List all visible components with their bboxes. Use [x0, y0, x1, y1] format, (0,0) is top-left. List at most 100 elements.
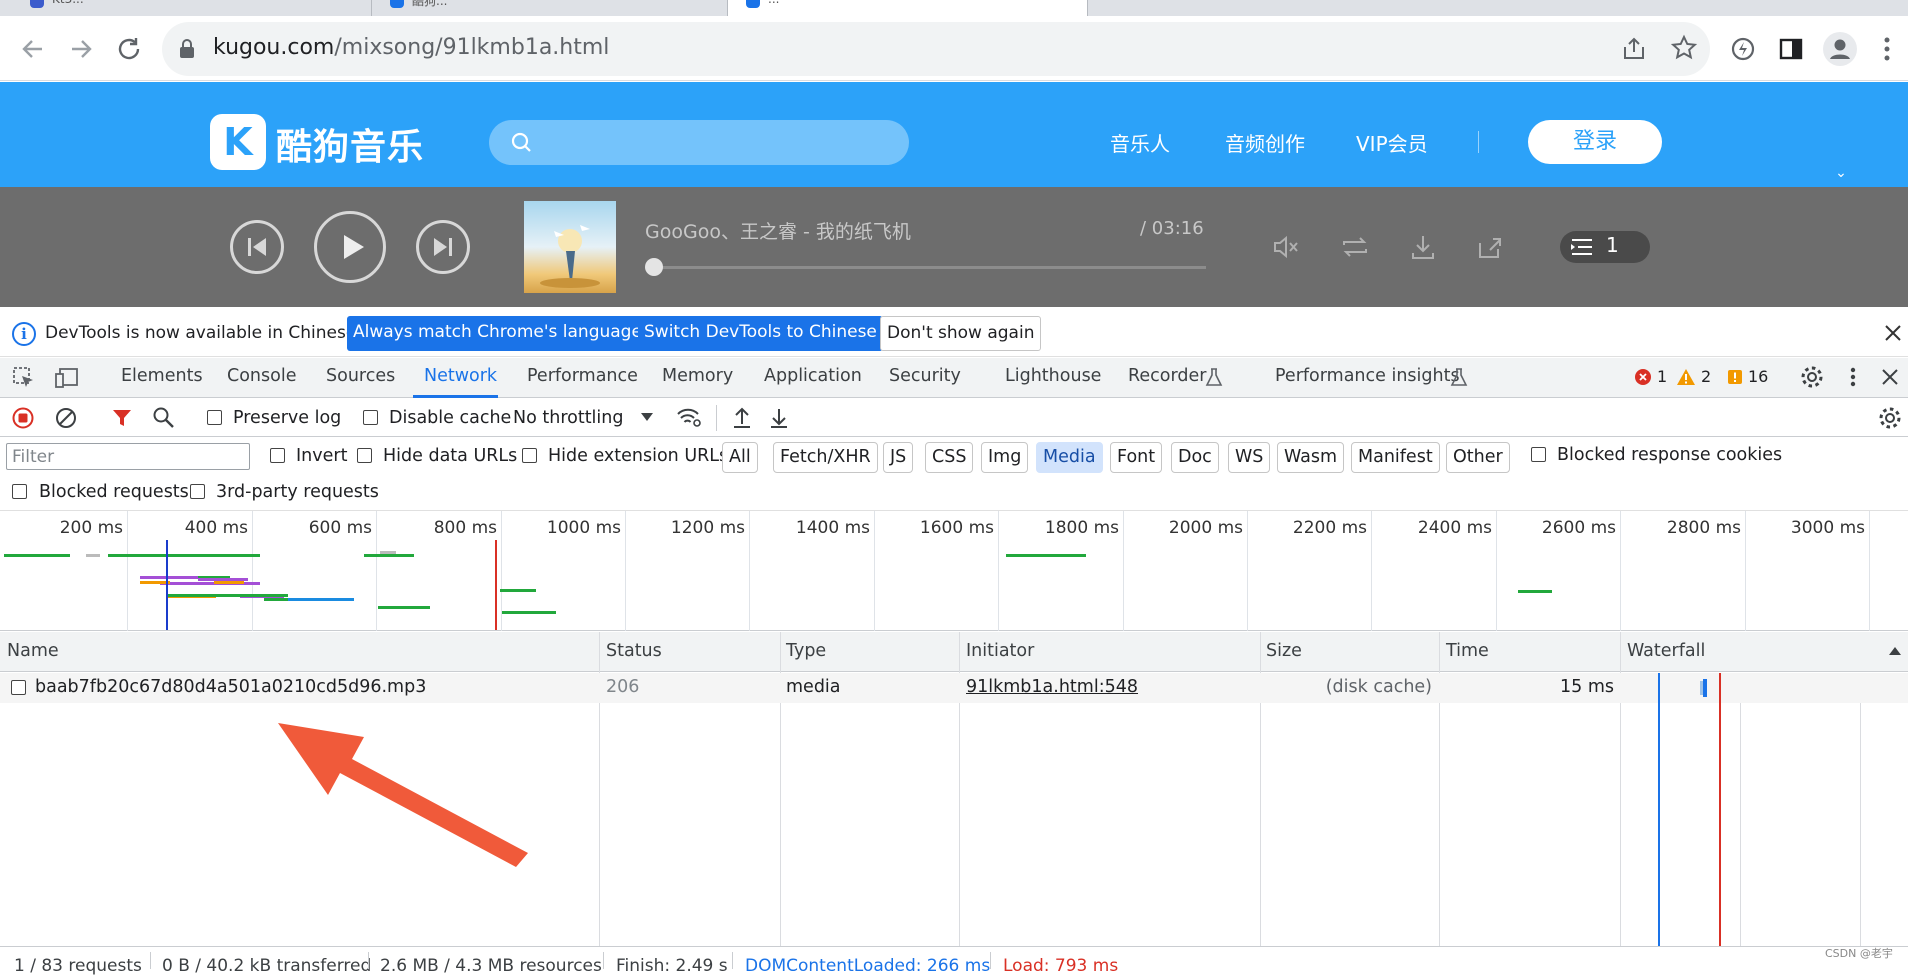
column-time[interactable]: Time — [1446, 641, 1489, 661]
nav-musician[interactable]: 音乐人 — [1110, 128, 1170, 157]
import-har-icon[interactable] — [731, 406, 753, 430]
progress-knob[interactable] — [645, 258, 663, 276]
tab-memory[interactable]: Memory — [662, 366, 733, 386]
column-size[interactable]: Size — [1266, 641, 1302, 661]
filter-type-fetch-xhr[interactable]: Fetch/XHR — [773, 442, 878, 473]
filter-type-css[interactable]: CSS — [925, 442, 974, 473]
error-icon[interactable] — [1634, 368, 1652, 386]
download-icon[interactable] — [1409, 233, 1437, 261]
tab-sources[interactable]: Sources — [326, 366, 395, 386]
column-name[interactable]: Name — [7, 641, 59, 661]
bookmark-star-icon[interactable] — [1670, 34, 1698, 62]
next-icon — [434, 238, 452, 256]
hide-extension-urls-checkbox[interactable] — [522, 448, 537, 463]
filter-type-img[interactable]: Img — [981, 442, 1029, 473]
song-title: GooGoo、王之睿 - 我的纸飞机 — [645, 221, 911, 243]
playlist-queue-button[interactable]: 1 — [1560, 231, 1650, 263]
tab-application[interactable]: Application — [764, 366, 862, 386]
switch-devtools-chinese-button[interactable]: Switch DevTools to Chinese — [638, 316, 883, 351]
nav-audio-creation[interactable]: 音频创作 — [1225, 128, 1305, 157]
lock-icon[interactable] — [178, 38, 196, 60]
always-match-language-button[interactable]: Always match Chrome's language — [347, 316, 648, 351]
export-har-icon[interactable] — [768, 406, 790, 430]
issues-icon[interactable] — [1727, 369, 1743, 385]
tab-elements[interactable]: Elements — [121, 366, 203, 386]
browser-menu-icon[interactable] — [1880, 34, 1894, 64]
stop-recording-icon[interactable] — [12, 407, 34, 429]
warning-count[interactable]: 2 — [1701, 367, 1711, 386]
forward-arrow-icon[interactable] — [66, 34, 96, 64]
kugou-logo-text[interactable]: 酷狗音乐 — [276, 118, 424, 170]
share-icon[interactable] — [1476, 233, 1504, 261]
browser-tab[interactable]: 酷狗... — [372, 0, 728, 16]
filter-type-doc[interactable]: Doc — [1171, 442, 1219, 473]
tab-network[interactable]: Network — [424, 366, 497, 386]
filter-type-ws[interactable]: WS — [1228, 442, 1271, 473]
filter-type-all[interactable]: All — [722, 442, 758, 473]
url-text[interactable]: kugou.com/mixsong/91lkmb1a.html — [213, 35, 609, 60]
login-button[interactable]: 登录 — [1528, 120, 1662, 164]
tab-console[interactable]: Console — [227, 366, 296, 386]
dropdown-arrow-icon[interactable] — [640, 411, 654, 423]
tab-performance-insights[interactable]: Performance insights — [1275, 366, 1460, 386]
share-icon[interactable] — [1620, 35, 1648, 63]
third-party-requests-checkbox[interactable] — [190, 484, 205, 499]
browser-tab[interactable]: Kt3... — [0, 0, 372, 16]
filter-type-font[interactable]: Font — [1110, 442, 1163, 473]
status-divider — [990, 952, 991, 969]
mute-icon[interactable] — [1272, 234, 1300, 260]
back-arrow-icon[interactable] — [18, 34, 48, 64]
filter-type-manifest[interactable]: Manifest — [1351, 442, 1440, 473]
column-waterfall[interactable]: Waterfall — [1627, 641, 1705, 661]
throttling-select[interactable]: No throttling — [513, 408, 623, 428]
invert-checkbox[interactable] — [270, 448, 285, 463]
repeat-icon[interactable] — [1340, 233, 1370, 261]
sort-ascending-icon[interactable] — [1888, 645, 1902, 657]
error-count[interactable]: 1 — [1657, 367, 1667, 386]
inspect-element-icon[interactable] — [12, 366, 36, 390]
reload-icon[interactable] — [114, 34, 144, 64]
profile-avatar-icon[interactable] — [1822, 31, 1858, 67]
more-options-icon[interactable] — [1846, 365, 1860, 389]
column-status[interactable]: Status — [606, 641, 662, 661]
clear-icon[interactable] — [55, 407, 77, 429]
kugou-search-input[interactable] — [489, 120, 909, 165]
filter-type-other[interactable]: Other — [1446, 442, 1510, 473]
waterfall-bar[interactable] — [1703, 679, 1707, 697]
network-conditions-icon[interactable] — [676, 405, 702, 429]
disable-cache-checkbox[interactable] — [363, 410, 378, 425]
browser-tab-active[interactable]: ... — [728, 0, 1088, 16]
request-status: 206 — [606, 677, 640, 697]
close-devtools-icon[interactable] — [1880, 367, 1900, 387]
blocked-requests-checkbox[interactable] — [12, 484, 27, 499]
warning-icon[interactable] — [1676, 368, 1696, 386]
request-initiator-link[interactable]: 91lkmb1a.html:548 — [966, 677, 1138, 697]
search-icon[interactable] — [152, 406, 176, 430]
side-panel-icon[interactable] — [1777, 35, 1805, 63]
play-icon — [344, 235, 364, 259]
blocked-response-cookies-checkbox[interactable] — [1531, 447, 1546, 462]
device-toolbar-icon[interactable] — [54, 366, 80, 390]
tab-performance[interactable]: Performance — [527, 366, 638, 386]
preserve-log-checkbox[interactable] — [207, 410, 222, 425]
dont-show-again-button[interactable]: Don't show again — [880, 316, 1042, 351]
column-initiator[interactable]: Initiator — [966, 641, 1034, 661]
close-icon[interactable] — [1883, 323, 1903, 343]
settings-gear-icon[interactable] — [1800, 365, 1824, 389]
nav-vip[interactable]: VIP会员 — [1356, 128, 1428, 157]
row-checkbox[interactable] — [11, 680, 26, 695]
extensions-icon[interactable] — [1729, 35, 1757, 63]
progress-track[interactable] — [654, 266, 1206, 269]
tab-security[interactable]: Security — [889, 366, 961, 386]
tab-recorder[interactable]: Recorder — [1128, 366, 1206, 386]
filter-funnel-icon[interactable] — [111, 407, 133, 429]
filter-type-wasm[interactable]: Wasm — [1277, 442, 1345, 473]
issues-count[interactable]: 16 — [1748, 367, 1768, 386]
network-settings-gear-icon[interactable] — [1878, 406, 1902, 430]
filter-type-js[interactable]: JS — [883, 442, 914, 473]
tab-lighthouse[interactable]: Lighthouse — [1005, 366, 1101, 386]
column-type[interactable]: Type — [786, 641, 826, 661]
request-name[interactable]: baab7fb20c67d80d4a501a0210cd5d96.mp3 — [35, 677, 426, 697]
hide-data-urls-checkbox[interactable] — [357, 448, 372, 463]
filter-type-media[interactable]: Media — [1036, 442, 1103, 473]
